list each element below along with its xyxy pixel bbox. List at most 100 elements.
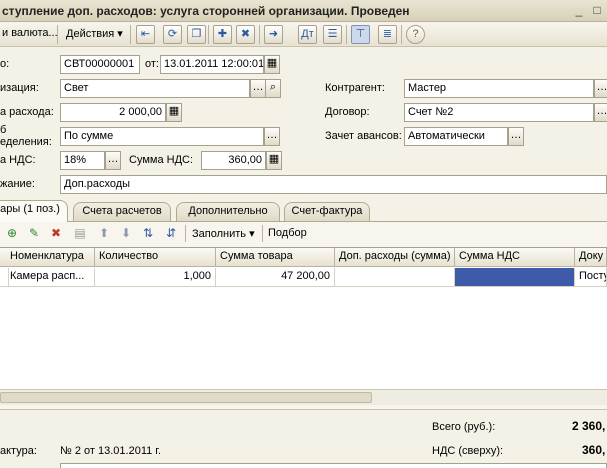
date-label: от:: [145, 58, 159, 70]
column-header-quantity[interactable]: Количество: [95, 248, 216, 267]
move-up-icon[interactable]: ⬆: [96, 225, 112, 241]
vat-total-label: НДС (сверху):: [432, 445, 504, 457]
toolbar-separator: [130, 25, 131, 44]
based-on-icon[interactable]: ➜: [264, 25, 283, 44]
add-row-icon[interactable]: ⊕: [4, 225, 20, 241]
contract-field[interactable]: Счет №2: [404, 103, 594, 122]
column-header-extra-sum[interactable]: Доп. расходы (сумма): [335, 248, 455, 267]
calculator-icon[interactable]: ▦: [166, 103, 182, 122]
settings-list-icon[interactable]: ≣: [378, 25, 397, 44]
organization-label: изация:: [0, 82, 39, 94]
tab-goods[interactable]: ары (1 поз.): [0, 200, 68, 222]
invoice-link[interactable]: № 2 от 13.01.2011 г.: [60, 445, 161, 457]
chevron-down-icon: ▾: [117, 28, 123, 40]
expense-sum-field[interactable]: 2 000,00: [60, 103, 166, 122]
toolbar-separator: [259, 25, 260, 44]
vat-sum-field[interactable]: 360,00: [201, 151, 266, 170]
help-icon[interactable]: ?: [406, 25, 425, 44]
actions-label: Действия: [66, 28, 115, 40]
fill-menu[interactable]: Заполнить ▾: [192, 227, 255, 240]
vat-rate-field[interactable]: 18%: [60, 151, 105, 170]
date-field[interactable]: 13.01.2011 12:00:01: [160, 55, 264, 74]
table-cell-nomenclature[interactable]: Камера расп...: [6, 268, 95, 287]
goods-table[interactable]: Номенклатура Количество Сумма товара Доп…: [0, 247, 607, 389]
toolbar-separator: [346, 25, 347, 44]
column-header-nomenclature[interactable]: Номенклатура: [6, 248, 95, 267]
post-document-icon[interactable]: ✚: [213, 25, 232, 44]
distribution-label-line1: б: [0, 124, 7, 136]
report-icon[interactable]: ☰: [323, 25, 342, 44]
calendar-icon[interactable]: ▦: [264, 55, 280, 74]
title-bar: ступление доп. расходов: услуга сторонне…: [0, 0, 607, 22]
toolbar-separator: [208, 25, 209, 44]
structure-icon[interactable]: ⊤: [351, 25, 370, 44]
select-advance-button[interactable]: …: [508, 127, 524, 146]
table-cell-goods-sum[interactable]: 47 200,00: [216, 268, 335, 287]
scrollbar-thumb[interactable]: [0, 392, 372, 403]
edit-icon[interactable]: ✎: [26, 225, 42, 241]
tab-invoice[interactable]: Счет-фактура: [284, 202, 370, 221]
distribution-label-line2: еделения:: [0, 136, 52, 148]
subtoolbar-separator: [185, 225, 186, 242]
main-toolbar: и валюта... Действия ▾ ⇤ ⟳ ❐ ✚ ✖ ➜ Дт ☰ …: [0, 22, 607, 47]
content-label: жание:: [0, 178, 35, 190]
copy-document-icon[interactable]: ❐: [187, 25, 206, 44]
save-icon[interactable]: ▤: [72, 225, 88, 241]
vat-rate-label: а НДС:: [0, 154, 36, 166]
invoice-label: актура:: [0, 445, 37, 457]
minimize-button[interactable]: _: [572, 4, 586, 18]
table-cell-vat-sum[interactable]: [455, 268, 575, 287]
column-header-vat-sum[interactable]: Сумма НДС: [455, 248, 575, 267]
currency-button[interactable]: и валюта...: [2, 27, 58, 39]
counterparty-label: Контрагент:: [325, 82, 385, 94]
window-title: ступление доп. расходов: услуга сторонне…: [2, 4, 410, 18]
fill-label: Заполнить: [192, 228, 247, 240]
vat-total-value: 360,: [582, 443, 606, 457]
advance-label: Зачет авансов:: [325, 130, 402, 142]
table-cell-document[interactable]: Посту: [575, 268, 607, 287]
maximize-button[interactable]: □: [590, 4, 604, 18]
table-cell-extra-sum[interactable]: [335, 268, 455, 287]
select-counterparty-button[interactable]: …: [594, 79, 607, 98]
unpost-document-icon[interactable]: ✖: [236, 25, 255, 44]
tab-accounts[interactable]: Счета расчетов: [73, 202, 171, 221]
number-label: о:: [0, 58, 10, 70]
column-header-document[interactable]: Доку: [575, 248, 607, 267]
toolbar-separator: [57, 25, 58, 44]
toolbar-separator: [401, 25, 402, 44]
sort-descending-icon[interactable]: ⇵: [163, 225, 179, 241]
column-header-goods-sum[interactable]: Сумма товара: [216, 248, 335, 267]
distribution-field[interactable]: По сумме: [60, 127, 264, 146]
content-field[interactable]: Доп.расходы: [60, 175, 607, 194]
move-down-icon[interactable]: ⬇: [118, 225, 134, 241]
subtoolbar-separator: [262, 225, 263, 242]
select-button[interactable]: Подбор: [268, 227, 307, 239]
sort-ascending-icon[interactable]: ⇅: [140, 225, 156, 241]
number-field[interactable]: СВТ00000001: [60, 55, 140, 74]
search-icon[interactable]: ⌕: [265, 79, 281, 98]
calculator-icon[interactable]: ▦: [266, 151, 282, 170]
horizontal-scrollbar[interactable]: [0, 389, 607, 405]
actions-menu[interactable]: Действия ▾: [66, 27, 123, 40]
refresh-icon[interactable]: ⟳: [163, 25, 182, 44]
select-distribution-button[interactable]: …: [264, 127, 280, 146]
counterparty-field[interactable]: Мастер: [404, 79, 594, 98]
contract-label: Договор:: [325, 106, 370, 118]
total-label: Всего (руб.):: [432, 421, 496, 433]
advance-field[interactable]: Автоматически: [404, 127, 508, 146]
delete-icon[interactable]: ✖: [48, 225, 64, 241]
select-vat-rate-button[interactable]: …: [105, 151, 121, 170]
organization-field[interactable]: Свет: [60, 79, 250, 98]
journal-entries-icon[interactable]: Дт: [298, 25, 317, 44]
table-cell-quantity[interactable]: 1,000: [95, 268, 216, 287]
comment-field[interactable]: [60, 463, 607, 468]
select-contract-button[interactable]: …: [594, 103, 607, 122]
chevron-down-icon: ▾: [249, 228, 255, 240]
footer: [0, 409, 607, 468]
vat-sum-label: Сумма НДС:: [129, 154, 194, 166]
total-value: 2 360,: [572, 419, 606, 433]
select-organization-button[interactable]: …: [250, 79, 266, 98]
expense-sum-label: а расхода:: [0, 106, 54, 118]
back-arrow-icon[interactable]: ⇤: [136, 25, 155, 44]
tab-additional[interactable]: Дополнительно: [176, 202, 280, 221]
